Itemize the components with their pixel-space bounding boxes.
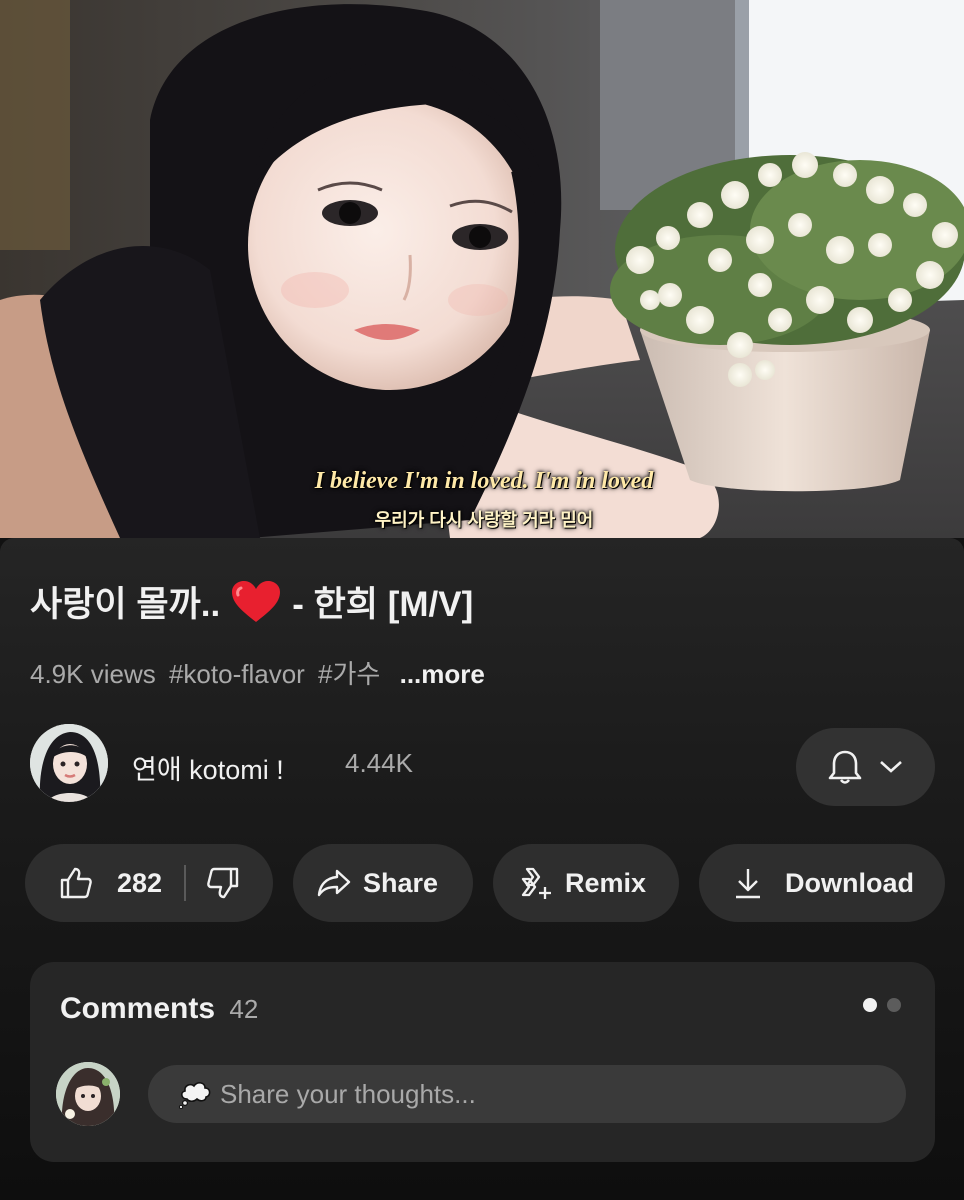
channel-avatar[interactable] xyxy=(30,724,108,802)
like-dislike-pill: 282 xyxy=(25,844,273,922)
chevron-down-icon xyxy=(879,761,902,773)
subtitle-english: I believe I'm in loved. I'm in loved xyxy=(314,468,654,494)
video-title[interactable]: 사랑이 몰까.. - 한희 [M/V] xyxy=(30,576,473,627)
download-icon xyxy=(736,869,760,899)
channel-row: 연애 kotomi ! 4.44K xyxy=(30,724,935,806)
like-icon[interactable] xyxy=(59,866,93,900)
hashtag[interactable]: #koto-flavor xyxy=(169,659,305,689)
view-count: 4.9K views xyxy=(30,659,156,689)
more-link[interactable]: ...more xyxy=(400,659,485,689)
action-bar: 282 Share Remix Download xyxy=(25,844,945,922)
carousel-dot-active xyxy=(863,998,877,1012)
subscription-bell-button[interactable] xyxy=(796,728,935,806)
heart-emoji xyxy=(232,580,281,622)
bell-icon xyxy=(828,750,861,784)
remix-icon xyxy=(521,867,551,899)
hashtag[interactable]: #가수 xyxy=(318,659,380,689)
comment-placeholder: Share your thoughts... xyxy=(220,1078,476,1109)
subtitle-korean: 우리가 다시 사랑할 거라 믿어 xyxy=(374,510,594,530)
user-avatar xyxy=(56,1062,120,1126)
channel-name[interactable]: 연애 kotomi ! xyxy=(132,748,284,787)
video-frame xyxy=(0,0,964,538)
remix-button[interactable]: Remix xyxy=(493,844,679,922)
video-info-panel: 사랑이 몰까.. - 한희 [M/V] 4.9K views #koto-fla… xyxy=(0,538,964,1200)
comments-header: Comments 42 xyxy=(60,992,258,1026)
subscriber-count: 4.44K xyxy=(345,748,413,778)
video-meta[interactable]: 4.9K views #koto-flavor #가수 ...more xyxy=(30,654,491,691)
carousel-dot xyxy=(887,998,901,1012)
comments-section[interactable]: Comments 42 Share your thoughts... xyxy=(30,962,935,1162)
like-count: 282 xyxy=(117,867,163,898)
video-player[interactable]: I believe I'm in loved. I'm in loved 우리가… xyxy=(0,0,964,538)
share-button[interactable]: Share xyxy=(293,844,473,922)
thought-bubble-icon xyxy=(178,1082,211,1109)
title-text-before: 사랑이 몰까.. xyxy=(30,585,221,624)
comments-title: Comments xyxy=(60,992,216,1025)
remix-label: Remix xyxy=(565,867,647,898)
comment-input[interactable]: Share your thoughts... xyxy=(148,1065,906,1123)
title-text-after: - 한희 [M/V] xyxy=(292,585,474,624)
comments-count: 42 xyxy=(229,994,259,1024)
like-divider xyxy=(184,865,187,901)
dislike-icon[interactable] xyxy=(206,866,240,900)
carousel-dots xyxy=(863,998,901,1012)
share-label: Share xyxy=(363,867,439,898)
download-button[interactable]: Download xyxy=(699,844,945,922)
download-label: Download xyxy=(785,867,914,898)
share-icon xyxy=(317,869,351,897)
